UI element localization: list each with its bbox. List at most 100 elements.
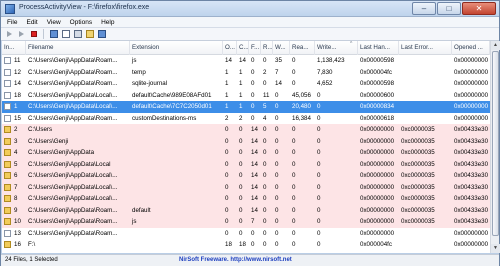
table-row[interactable]: 16 F:\ 18 18 0 0 0 0 0 0x000004fc 0x00000000 <box>2 239 490 251</box>
vertical-scrollbar[interactable]: ▲ ▼ <box>490 41 500 253</box>
table-row[interactable]: 10 C:\Users\Genji\AppData\Roam... js 0 0 7 0 0 0… <box>2 216 490 228</box>
table-row[interactable]: 7 C:\Users\Genji\AppData\Local\... 0 0 14 0 0 0… <box>2 181 490 193</box>
cell-extension <box>130 193 223 205</box>
cell-filename: C:\Users\Genji\AppData\Roam... <box>28 114 118 122</box>
app-icon <box>5 4 15 14</box>
cell-write-bytes: 0 <box>317 195 321 202</box>
cell-write-count: 0 <box>273 251 290 254</box>
table-row[interactable]: 4 C:\Users\Genji\AppData 0 0 14 0 0 0 0 0x0000000… <box>2 147 490 159</box>
cell-read-bytes: 0 <box>292 172 296 179</box>
cell-write-bytes: 0 <box>317 241 321 248</box>
copy-button[interactable] <box>60 29 71 40</box>
cell-filename: C:\Users <box>28 126 53 133</box>
table-row[interactable]: 2 C:\Users 0 0 14 0 0 0 0 0x00000000 0xc0000035 0x0… <box>2 124 490 136</box>
cell-last-handle: 0x00000000 <box>360 229 395 237</box>
table-row[interactable]: 9 C:\Users\Genji\AppData\Roam... default 0 0… <box>2 204 490 216</box>
table-row[interactable]: 15 C:\Users\Genji\AppData\Roam... customDe… <box>2 113 490 125</box>
save-button[interactable] <box>48 29 59 40</box>
menu-options[interactable]: Options <box>70 19 92 26</box>
cell-filename: C:\Users\Genji\AppData\Roam... <box>28 68 118 76</box>
cell-read-count: 0 <box>263 229 267 237</box>
table-row[interactable]: 5 C:\Users\Genji\AppData\Local 0 0 14 0 0 0 0 0x0… <box>2 158 490 171</box>
cell-extension <box>130 159 223 171</box>
header-col-read-bytes[interactable]: Rea... <box>290 41 315 55</box>
table-row[interactable]: 12 C:\Users\Genji\AppData\Roam... temp 1 1 0 2… <box>2 67 490 79</box>
table-row[interactable]: 1 C:\Users\Genji\AppData\Local\... default… <box>2 101 490 113</box>
cell-opened: 0 <box>225 137 229 145</box>
close-button[interactable]: ✕ <box>462 2 496 15</box>
refresh-button[interactable] <box>96 29 107 40</box>
cell-write-bytes: 0 <box>317 149 321 156</box>
cell-failed: 14 <box>251 206 258 214</box>
cell-failed: 14 <box>251 172 258 179</box>
cell-last-handle: 0x00000604 <box>358 251 399 254</box>
properties-icon <box>73 30 82 38</box>
maximize-button[interactable]: □ <box>437 2 461 15</box>
header-col-read-count[interactable]: R... <box>261 41 273 55</box>
cell-closed: 0 <box>239 206 243 214</box>
menu-edit[interactable]: Edit <box>26 19 37 26</box>
cell-opened: 0 <box>225 206 229 214</box>
cell-closed: 1 <box>239 103 243 110</box>
window-title: ProcessActivityView - F:\firefox\firefox… <box>19 4 150 11</box>
table-row[interactable]: 8 C:\Users\Genji\AppData\Local\... 0 0 14 0 0 0… <box>2 193 490 205</box>
cell-opened: 1 <box>225 80 229 87</box>
header-col-closed[interactable]: C... <box>237 41 249 55</box>
scroll-down-icon[interactable]: ▼ <box>491 244 500 253</box>
cell-read-bytes: 0 <box>292 137 296 145</box>
cell-read-bytes: 0 <box>292 126 296 133</box>
table-row[interactable]: 14 C:\Users\Genji\AppData\Roam... sqlite-j… <box>2 78 490 90</box>
cell-index: 2 <box>14 126 18 133</box>
cell-last-error: 0xc0000035 <box>401 183 435 191</box>
table-row[interactable]: 13 C:\Users\Genji\AppData\Roam... 0 0 0 0 0 0 0 0… <box>2 228 490 240</box>
stop-button[interactable] <box>28 29 39 40</box>
header-col-filename[interactable]: Filename <box>26 41 130 55</box>
play-button[interactable] <box>4 29 15 40</box>
cell-last-error <box>399 55 452 67</box>
file-list[interactable]: In... Filename Extension O... C... F... R... W.… <box>2 41 490 253</box>
cell-read-count: 11 <box>263 91 270 99</box>
scroll-up-icon[interactable]: ▲ <box>491 41 500 50</box>
cell-opened-flags: 0x00433e30 <box>454 137 489 145</box>
menu-file[interactable]: File <box>7 19 17 26</box>
table-row[interactable]: 18 C:\Users\Genji\AppData\Local\... defaul… <box>2 90 490 102</box>
cell-read-bytes: 0 <box>292 149 296 156</box>
resume-button[interactable] <box>16 29 27 40</box>
status-nirsoft[interactable]: NirSoft Freeware. http://www.nirsoft.net <box>179 255 292 266</box>
menu-bar: File Edit View Options Help <box>1 17 499 28</box>
header-col-opened[interactable]: O... <box>223 41 237 55</box>
cell-read-count: 0 <box>263 149 267 156</box>
menu-view[interactable]: View <box>47 19 61 26</box>
cell-last-error <box>399 113 452 125</box>
table-row[interactable]: 11 C:\Users\Genji\AppData\Roam... js 14 14 0 0… <box>2 55 490 67</box>
header-col-index[interactable]: In... <box>2 41 26 55</box>
cell-last-handle: 0x00000618 <box>360 114 395 122</box>
cell-extension: sqlite-journal <box>132 80 168 87</box>
menu-help[interactable]: Help <box>101 19 114 26</box>
cell-last-handle: 0x000004fc <box>360 241 392 248</box>
cell-read-bytes: 0 <box>292 183 296 191</box>
header-col-write-count[interactable]: W... <box>273 41 290 55</box>
cell-opened-flags: 0x00000000 <box>452 251 490 254</box>
scroll-thumb[interactable] <box>492 51 499 236</box>
cell-failed: 14 <box>251 126 258 133</box>
cell-filename: C:\Users\Genji\AppData\Roam... <box>28 229 118 237</box>
table-row[interactable]: 17F:\firefox11000000x000006040x00000000 <box>2 251 490 254</box>
html-report-button[interactable] <box>84 29 95 40</box>
header-col-extension[interactable]: Extension <box>130 41 223 55</box>
status-url[interactable]: http://www.nirsoft.net <box>230 257 291 263</box>
cell-last-handle: 0x00000000 <box>360 206 395 214</box>
cell-closed: 0 <box>239 149 243 156</box>
cell-write-bytes: 0 <box>317 114 321 122</box>
cell-closed: 18 <box>239 241 246 248</box>
table-row[interactable]: 3 C:\Users\Genji 0 0 14 0 0 0 0 0x00000000 0xc0000… <box>2 135 490 147</box>
header-col-failed[interactable]: F... <box>249 41 261 55</box>
table-row[interactable]: 6 C:\Users\Genji\AppData\Local\... 0 0 14 0 0 0… <box>2 170 490 182</box>
cell-closed: 0 <box>239 172 243 179</box>
cell-filename: C:\Users\Genji\AppData\Local\... <box>28 195 118 202</box>
cell-opened: 0 <box>225 160 229 168</box>
cell-index: 11 <box>14 57 21 64</box>
minimize-button[interactable]: – <box>412 2 436 15</box>
properties-button[interactable] <box>72 29 83 40</box>
stop-icon <box>30 31 37 37</box>
